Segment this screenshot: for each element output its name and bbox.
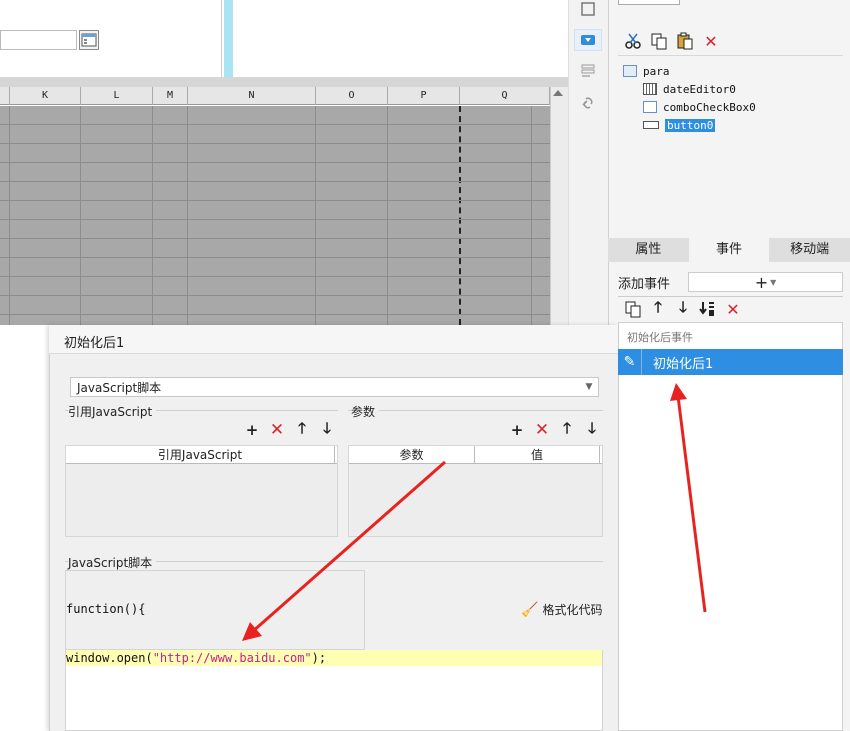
column-header-stub xyxy=(0,87,10,105)
broom-icon: 🧹 xyxy=(521,601,539,618)
tree-item-combocheckbox[interactable]: comboCheckBox0 xyxy=(643,98,756,116)
button-widget-icon xyxy=(643,121,659,129)
event-type-value: JavaScript脚本 xyxy=(77,380,162,395)
param-value-column-header[interactable]: 值 xyxy=(475,446,600,463)
code-line[interactable]: window.open("http://www.baidu.com"); xyxy=(66,650,602,666)
date-picker-button[interactable] xyxy=(79,30,99,50)
column-header-bar: K L M N O P Q xyxy=(0,87,550,105)
move-up-icon[interactable]: 🡑 xyxy=(559,419,575,438)
plus-icon: + xyxy=(754,272,769,292)
params-group-title: 参数 xyxy=(351,403,380,420)
delete-icon[interactable]: ✕ xyxy=(724,300,742,319)
tree-item-label: button0 xyxy=(665,118,716,132)
vertical-scrollbar[interactable] xyxy=(550,87,568,325)
code-text: window.open( xyxy=(66,651,153,665)
params-table-header: 参数 值 xyxy=(349,446,602,464)
column-header[interactable]: N xyxy=(188,87,316,105)
column-header[interactable]: M xyxy=(153,87,188,105)
add-icon[interactable]: + xyxy=(244,421,260,439)
caret-down-icon: ▼ xyxy=(770,277,777,287)
date-editor-input[interactable] xyxy=(0,30,77,50)
add-event-label: 添加事件 xyxy=(618,277,671,292)
event-item-label: 初始化后1 xyxy=(653,356,714,372)
column-header[interactable]: L xyxy=(81,87,153,105)
form-icon xyxy=(623,65,637,77)
event-item-selected[interactable]: ✎ 初始化后1 xyxy=(618,349,843,375)
link-icon[interactable] xyxy=(577,94,599,112)
chevron-down-icon[interactable]: ▼ xyxy=(581,379,597,395)
widget-tree: para dateEditor0 comboCheckBox0 button0 xyxy=(623,62,756,134)
ref-js-toolbar: + ✕ 🡑 🡓 xyxy=(244,419,335,441)
copy-icon[interactable] xyxy=(650,32,668,50)
column-header[interactable]: K xyxy=(10,87,81,105)
tab-mobile[interactable]: 移动端 xyxy=(769,238,850,262)
column-header[interactable]: O xyxy=(316,87,388,105)
frame-tool-icon[interactable] xyxy=(577,0,599,18)
tree-item-label: para xyxy=(643,64,670,78)
add-icon[interactable]: + xyxy=(509,421,525,439)
cut-icon[interactable] xyxy=(624,32,642,50)
panel-combo[interactable] xyxy=(618,0,680,5)
params-toolbar: + ✕ 🡑 🡓 xyxy=(509,419,600,441)
tree-item-label: comboCheckBox0 xyxy=(663,100,756,114)
delete-icon[interactable]: ✕ xyxy=(269,420,285,440)
combo-widget-icon[interactable] xyxy=(577,31,599,49)
layout-tool-icon[interactable] xyxy=(577,62,599,80)
code-text: ); xyxy=(311,651,327,665)
tree-item-label: dateEditor0 xyxy=(663,82,736,96)
paste-icon[interactable] xyxy=(676,32,694,50)
form-canvas-right xyxy=(234,0,568,77)
calendar-icon xyxy=(81,33,97,47)
ref-js-table-header: 引用JavaScript xyxy=(66,446,337,464)
tree-item-button[interactable]: button0 xyxy=(643,116,756,134)
code-string: "http://www.baidu.com" xyxy=(152,651,312,665)
tree-toolbar: ✕ xyxy=(624,32,720,51)
ref-js-group-title: 引用JavaScript xyxy=(68,403,157,420)
tree-item-dateeditor[interactable]: dateEditor0 xyxy=(643,80,756,98)
event-list xyxy=(618,322,843,731)
column-header[interactable]: P xyxy=(388,87,460,105)
combo-icon xyxy=(643,101,657,113)
script-group-title: JavaScript脚本 xyxy=(68,554,157,571)
column-header[interactable]: Q xyxy=(460,87,550,105)
event-type-select[interactable]: JavaScript脚本 ▼ xyxy=(70,377,599,397)
page-break-line xyxy=(459,106,461,325)
format-code-label: 格式化代码 xyxy=(542,603,603,617)
spreadsheet-grid[interactable] xyxy=(0,106,550,325)
move-up-icon[interactable]: 🡑 xyxy=(649,298,667,318)
function-header: function(){ xyxy=(66,602,146,616)
divider xyxy=(618,55,843,56)
group-line xyxy=(348,410,603,411)
scroll-up-arrow-icon[interactable] xyxy=(553,90,563,96)
param-name-column-header[interactable]: 参数 xyxy=(349,446,475,463)
tab-properties[interactable]: 属性 xyxy=(608,238,689,262)
tab-events[interactable]: 事件 xyxy=(688,238,770,262)
add-event-button[interactable]: + ▼ xyxy=(688,272,843,292)
format-code-button[interactable]: 🧹 格式化代码 xyxy=(521,601,602,618)
move-down-icon[interactable]: 🡓 xyxy=(584,419,600,438)
move-down-icon[interactable]: 🡓 xyxy=(319,419,335,438)
panel-tabs: 属性 事件 移动端 xyxy=(608,238,850,262)
dialog-title-bar[interactable] xyxy=(49,325,618,354)
dialog-title: 初始化后1 xyxy=(64,336,125,351)
divider xyxy=(618,296,843,297)
sheet-separator xyxy=(0,77,568,87)
event-toolbar: 🡑 🡓 ✕ xyxy=(624,298,742,319)
copy-icon[interactable] xyxy=(624,300,642,318)
move-down-icon[interactable]: 🡓 xyxy=(674,298,692,318)
move-bottom-icon[interactable] xyxy=(699,300,717,318)
edit-pencil-icon[interactable]: ✎ xyxy=(618,349,642,375)
form-divider-bar xyxy=(224,0,233,77)
event-group-header: 初始化后事件 xyxy=(627,331,693,344)
tree-item-para[interactable]: para xyxy=(623,62,756,80)
move-up-icon[interactable]: 🡑 xyxy=(294,419,310,438)
ref-js-column-header[interactable]: 引用JavaScript xyxy=(66,446,335,463)
delete-icon[interactable]: ✕ xyxy=(534,420,550,440)
calendar-icon xyxy=(643,83,657,95)
delete-icon[interactable]: ✕ xyxy=(702,32,720,51)
